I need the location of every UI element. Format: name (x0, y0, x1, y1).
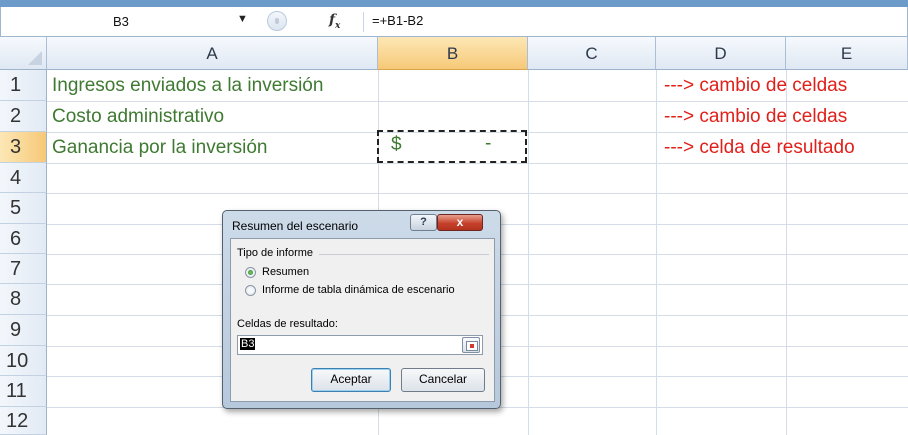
row-header-5[interactable]: 5 (0, 193, 47, 224)
group-divider (319, 254, 489, 255)
row-header-9[interactable]: 9 (0, 315, 47, 346)
radio-pivot-report-label[interactable]: Informe de tabla dinámica de escenario (262, 284, 455, 296)
name-box-dropdown-icon[interactable]: ▼ (237, 13, 248, 25)
dialog-body: Tipo de informe Resumen Informe de tabla… (230, 238, 495, 402)
row-header-7[interactable]: 7 (0, 254, 47, 284)
cell-d1[interactable]: ---> cambio de celdas (664, 75, 847, 97)
row-header-12[interactable]: 12 (0, 407, 47, 435)
row-header-2[interactable]: 2 (0, 101, 47, 132)
row-header-6[interactable]: 6 (0, 224, 47, 254)
row-header-3[interactable]: 3 (0, 132, 47, 163)
name-box-value[interactable]: B3 (113, 14, 129, 29)
cell-a1[interactable]: Ingresos enviados a la inversión (52, 75, 323, 97)
cell-b3-currency-symbol: $ (391, 134, 402, 155)
radio-summary[interactable] (245, 267, 256, 278)
radio-pivot-report[interactable] (245, 285, 256, 296)
formula-bar-resize-handle[interactable] (267, 11, 287, 31)
help-button[interactable]: ? (410, 214, 437, 231)
row-header-4[interactable]: 4 (0, 163, 47, 193)
column-header-b[interactable]: B (378, 37, 528, 70)
accept-button[interactable]: Aceptar (311, 368, 391, 392)
collapse-dialog-icon[interactable] (462, 337, 480, 353)
column-header-d[interactable]: D (656, 37, 786, 70)
cell-b3-value: - (485, 133, 492, 154)
window-top-border (0, 0, 908, 7)
cancel-button[interactable]: Cancelar (401, 368, 485, 392)
close-button[interactable]: x (437, 214, 483, 231)
row-header-11[interactable]: 11 (0, 376, 47, 407)
column-header-e[interactable]: E (786, 37, 908, 70)
dialog-title: Resumen del escenario (232, 219, 359, 233)
column-header-a[interactable]: A (47, 37, 378, 70)
result-cells-value[interactable]: B3 (240, 338, 256, 350)
gridline (656, 70, 657, 435)
row-header-8[interactable]: 8 (0, 284, 47, 315)
insert-function-icon[interactable]: fx (329, 12, 340, 31)
gridline (528, 70, 529, 435)
gridline (47, 193, 908, 194)
cell-a3[interactable]: Ganancia por la inversión (52, 137, 267, 159)
result-cells-label: Celdas de resultado: (237, 318, 338, 330)
formula-input[interactable]: =+B1-B2 (363, 12, 903, 32)
select-all-corner[interactable] (0, 37, 47, 70)
cell-d2[interactable]: ---> cambio de celdas (664, 106, 847, 128)
column-header-c[interactable]: C (528, 37, 656, 70)
report-type-label: Tipo de informe (237, 247, 314, 259)
result-cells-input[interactable]: B3 (237, 335, 483, 355)
row-header-1[interactable]: 1 (0, 70, 47, 101)
cell-d3[interactable]: ---> celda de resultado (664, 137, 855, 159)
row-header-10[interactable]: 10 (0, 346, 47, 376)
scenario-summary-dialog: Resumen del escenario ? x Tipo de inform… (222, 210, 501, 409)
cell-a2[interactable]: Costo administrativo (52, 106, 224, 128)
name-box[interactable]: B3 ▼ (9, 11, 267, 33)
gridline (47, 101, 908, 102)
radio-summary-label[interactable]: Resumen (262, 266, 309, 278)
gridline (47, 163, 908, 164)
formula-bar: B3 ▼ fx =+B1-B2 (0, 7, 908, 37)
